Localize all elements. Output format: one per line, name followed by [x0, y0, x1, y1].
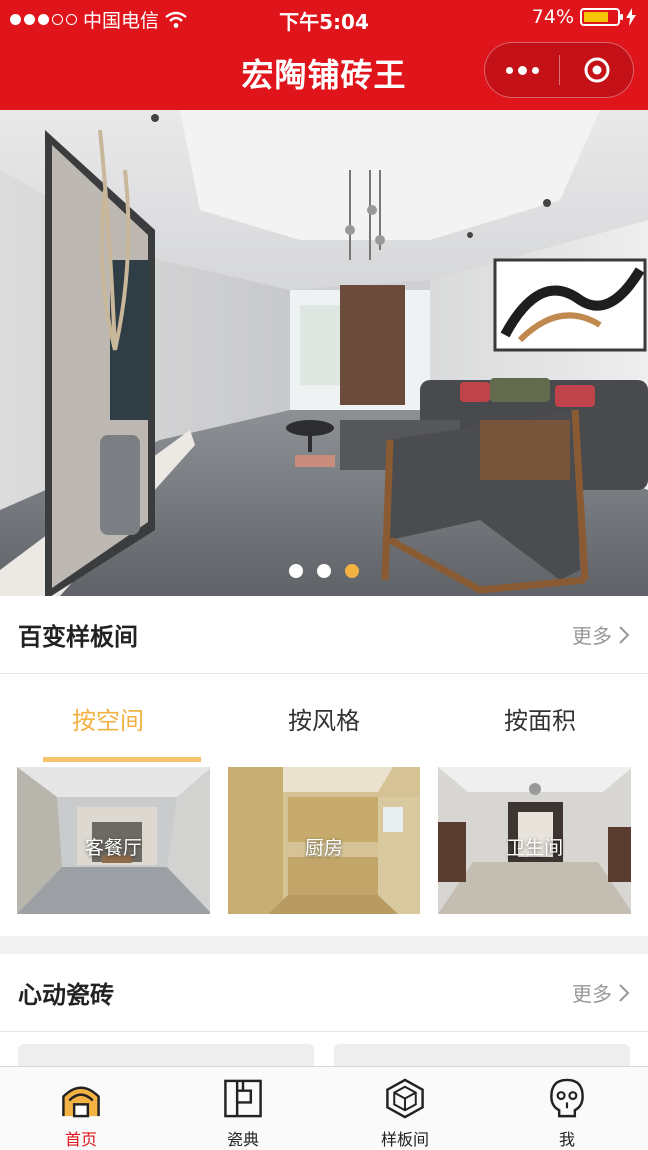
chevron-right-icon	[619, 983, 630, 1002]
room-card-kitchen[interactable]: 厨房	[227, 767, 421, 914]
more-link[interactable]: 更多	[572, 978, 630, 1007]
banner-carousel[interactable]	[0, 110, 648, 596]
chevron-right-icon	[619, 625, 630, 644]
tile-card[interactable]	[334, 1044, 630, 1066]
tabbar-label: 我	[558, 1130, 575, 1149]
tab-label: 按空间	[72, 706, 144, 735]
profile-icon	[550, 1078, 584, 1118]
tabbar-item-profile[interactable]: 我	[486, 1067, 648, 1150]
tabbar-label: 瓷典	[226, 1130, 259, 1149]
banner-image-living-room	[0, 110, 648, 596]
room-label: 卫生间	[506, 837, 564, 859]
tab-by-space[interactable]: 按空间	[0, 674, 216, 762]
tab-by-area[interactable]: 按面积	[432, 674, 648, 762]
bottom-tab-bar: 首页 瓷典 样板间 我	[0, 1066, 648, 1150]
home-icon	[62, 1086, 100, 1118]
room-label: 客餐厅	[84, 837, 142, 859]
more-options-button[interactable]	[485, 43, 559, 97]
charging-icon	[626, 8, 636, 26]
more-link[interactable]: 更多	[572, 620, 630, 649]
carousel-indicators	[0, 564, 648, 578]
active-tab-indicator	[43, 757, 201, 762]
tab-label: 按风格	[288, 706, 360, 735]
room-label: 厨房	[305, 837, 344, 859]
app-header: 中国电信 下午5:04 74% 宏陶铺砖王	[0, 0, 648, 110]
room-card-bathroom[interactable]: 卫生间	[438, 767, 632, 914]
room-thumbnails: 客餐厅 厨房 卫生间	[0, 762, 648, 937]
target-close-icon	[584, 57, 609, 83]
section-header: 百变样板间 更多	[0, 596, 648, 674]
carousel-dot[interactable]	[317, 564, 331, 578]
miniprogram-capsule	[484, 42, 634, 98]
battery-percent: 74%	[531, 6, 574, 28]
sample-rooms-section: 百变样板间 更多 按空间 按风格 按面积 客餐厅 厨房 卫生间	[0, 596, 648, 936]
more-label: 更多	[572, 624, 612, 648]
tabbar-item-home[interactable]: 首页	[0, 1067, 162, 1150]
tile-card[interactable]	[18, 1044, 314, 1066]
tabbar-label: 样板间	[380, 1130, 429, 1149]
room-filter-tabs: 按空间 按风格 按面积	[0, 674, 648, 762]
tabbar-item-catalog[interactable]: 瓷典	[162, 1067, 324, 1150]
room-card-living-dining[interactable]: 客餐厅	[17, 767, 210, 914]
close-miniprogram-button[interactable]	[560, 43, 633, 97]
tab-label: 按面积	[504, 706, 576, 735]
tabbar-label: 首页	[64, 1130, 97, 1149]
tabbar-item-showroom[interactable]: 样板间	[324, 1067, 486, 1150]
showroom-icon	[386, 1078, 424, 1119]
carousel-dot[interactable]	[289, 564, 303, 578]
catalog-icon	[224, 1079, 262, 1118]
section-title: 心动瓷砖	[18, 981, 114, 1009]
carousel-dot-active[interactable]	[345, 564, 359, 578]
more-label: 更多	[572, 982, 612, 1006]
section-header: 心动瓷砖 更多	[0, 954, 648, 1032]
tab-by-style[interactable]: 按风格	[216, 674, 432, 762]
tiles-section: 心动瓷砖 更多	[0, 954, 648, 1066]
battery-icon	[580, 8, 623, 26]
tile-cards	[0, 1032, 648, 1066]
section-title: 百变样板间	[18, 623, 138, 651]
status-bar: 中国电信 下午5:04 74%	[0, 0, 648, 36]
